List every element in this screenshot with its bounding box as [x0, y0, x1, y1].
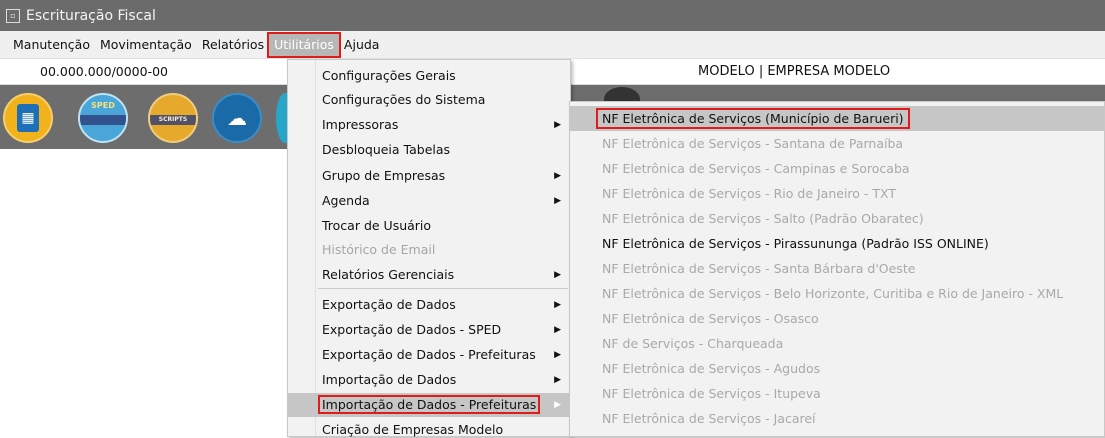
menu-item-label: Criação de Empresas Modelo — [322, 422, 504, 437]
submenu-item-label: NF Eletrônica de Serviços - Rio de Janei… — [602, 186, 897, 201]
menu-item-label: Agenda — [322, 193, 370, 208]
efd-icon[interactable]: SCRIPTS — [148, 93, 198, 143]
menu-item-label: Exportação de Dados - SPED — [322, 322, 502, 337]
submenu-item-nf-eletronica-de-servicos-santa-barbara-d-oeste: NF Eletrônica de Serviços - Santa Bárbar… — [570, 256, 1104, 281]
menu-item-label: Relatórios Gerenciais — [322, 267, 455, 282]
title-bar: ▫ Escrituração Fiscal — [0, 0, 1105, 31]
menu-item-label: Grupo de Empresas — [322, 168, 446, 183]
submenu-item-label: NF Eletrônica de Serviços - Santana de P… — [602, 136, 904, 151]
menu-bar: Manutenção Movimentação Relatórios Utili… — [0, 31, 1105, 59]
submenu-item-nf-eletronica-de-servicos-belo-horizonte-curitiba-e-rio-de-janeiro-xml: NF Eletrônica de Serviços - Belo Horizon… — [570, 281, 1104, 306]
building-icon[interactable]: ▦ — [3, 93, 53, 143]
menu-item-label: Importação de Dados — [322, 372, 457, 387]
submenu-item-label: NF Eletrônica de Serviços - Jacareí — [602, 411, 816, 426]
menu-item-label: Exportação de Dados - Prefeituras — [322, 347, 536, 362]
menu-movimentacao[interactable]: Movimentação — [95, 34, 197, 56]
menu-item-label: Configurações Gerais — [322, 68, 456, 83]
chevron-right-icon: ▶ — [554, 400, 561, 410]
submenu-item-nf-eletronica-de-servicos-campinas-e-sorocaba: NF Eletrônica de Serviços - Campinas e S… — [570, 156, 1104, 181]
menu-item-label: Configurações do Sistema — [322, 92, 486, 107]
menu-item-grupo-de-empresas[interactable]: Grupo de Empresas ▶ — [288, 164, 570, 188]
menu-utilitarios[interactable]: Utilitários — [267, 31, 341, 58]
menu-item-label: Desbloqueia Tabelas — [322, 142, 451, 157]
submenu-item-nf-eletronica-de-servicos-itupeva: NF Eletrônica de Serviços - Itupeva — [570, 381, 1104, 406]
window-title: Escrituração Fiscal — [26, 7, 156, 24]
menu-manutencao[interactable]: Manutenção — [8, 34, 95, 56]
menu-item-label: Impressoras — [322, 117, 399, 132]
menu-item-exportacao-de-dados-prefeituras[interactable]: Exportação de Dados - Prefeituras ▶ — [288, 343, 570, 367]
submenu-item-nf-eletronica-de-servicos-jacarei: NF Eletrônica de Serviços - Jacareí — [570, 406, 1104, 431]
menu-item-label: Trocar de Usuário — [322, 218, 432, 233]
menu-relatorios[interactable]: Relatórios — [197, 34, 269, 56]
menu-item-exportacao-de-dados-sped[interactable]: Exportação de Dados - SPED ▶ — [288, 318, 570, 342]
menu-item-impressoras[interactable]: Impressoras ▶ — [288, 113, 570, 137]
app-window-icon[interactable]: ▫ — [6, 8, 20, 23]
menu-separator — [318, 288, 568, 289]
submenu-item-label: NF Eletrônica de Serviços - Itupeva — [602, 386, 821, 401]
menu-item-desbloqueia-tabelas[interactable]: Desbloqueia Tabelas — [288, 138, 570, 162]
chevron-right-icon: ▶ — [554, 300, 561, 310]
sped-contribuicoes-icon[interactable]: SPED — [78, 93, 128, 143]
menu-item-importacao-de-dados-prefeituras[interactable]: Importação de Dados - Prefeituras ▶ — [288, 393, 570, 417]
chevron-right-icon: ▶ — [554, 350, 561, 360]
submenu-item-nf-eletronica-de-servicos-santana-de-parnaiba: NF Eletrônica de Serviços - Santana de P… — [570, 131, 1104, 156]
chevron-right-icon: ▶ — [554, 196, 561, 206]
empresa-label: MODELO | EMPRESA MODELO — [698, 64, 891, 79]
prefeituras-submenu: NF Eletrônica de Serviços (Município de … — [569, 101, 1105, 437]
menu-item-configuracoes-gerais[interactable]: Configurações Gerais — [288, 64, 570, 88]
menu-ajuda[interactable]: Ajuda — [339, 34, 385, 56]
menu-item-label: Histórico de Email — [322, 242, 436, 257]
submenu-item-nf-de-servicos-charqueada: NF de Serviços - Charqueada — [570, 331, 1104, 356]
submenu-item-label: NF Eletrônica de Serviços - Campinas e S… — [602, 161, 910, 176]
submenu-item-label: NF Eletrônica de Serviços - Santa Bárbar… — [602, 261, 916, 276]
chevron-right-icon: ▶ — [554, 375, 561, 385]
submenu-item-label: NF Eletrônica de Serviços - Pirassununga… — [602, 236, 989, 251]
submenu-item-label: NF Eletrônica de Serviços - Osasco — [602, 311, 819, 326]
submenu-item-label: NF de Serviços - Charqueada — [602, 336, 784, 351]
menu-item-criacao-de-empresas-modelo[interactable]: Criação de Empresas Modelo — [288, 418, 570, 438]
submenu-item-nf-eletronica-de-servicos-agudos: NF Eletrônica de Serviços - Agudos — [570, 356, 1104, 381]
chevron-right-icon: ▶ — [554, 120, 561, 130]
menu-item-relatorios-gerenciais[interactable]: Relatórios Gerenciais ▶ — [288, 263, 570, 287]
submenu-item-label: NF Eletrônica de Serviços - Belo Horizon… — [602, 286, 1064, 301]
menu-item-historico-de-email: Histórico de Email — [288, 238, 570, 262]
submenu-item-nf-eletronica-de-servicos-osasco: NF Eletrônica de Serviços - Osasco — [570, 306, 1104, 331]
submenu-item-nf-eletronica-de-servicos-pirassununga-padrao-iss-online[interactable]: NF Eletrônica de Serviços - Pirassununga… — [570, 231, 1104, 256]
menu-item-importacao-de-dados[interactable]: Importação de Dados ▶ — [288, 368, 570, 392]
chevron-right-icon: ▶ — [554, 171, 561, 181]
submenu-item-label: NF Eletrônica de Serviços - Salto (Padrã… — [602, 211, 924, 226]
menu-item-exportacao-de-dados[interactable]: Exportação de Dados ▶ — [288, 293, 570, 317]
submenu-item-nf-eletronica-de-servicos-salto-padrao-obaratec: NF Eletrônica de Serviços - Salto (Padrã… — [570, 206, 1104, 231]
menu-item-trocar-de-usuario[interactable]: Trocar de Usuário — [288, 214, 570, 238]
menu-item-configuracoes-do-sistema[interactable]: Configurações do Sistema — [288, 88, 570, 112]
submenu-item-nf-eletronica-de-servicos-rio-de-janeiro-txt: NF Eletrônica de Serviços - Rio de Janei… — [570, 181, 1104, 206]
submenu-item-label: NF Eletrônica de Serviços - Agudos — [602, 361, 821, 376]
chevron-right-icon: ▶ — [554, 270, 561, 280]
submenu-item-nf-eletronica-de-servicos-municipio-de-barueri[interactable]: NF Eletrônica de Serviços (Município de … — [570, 106, 1104, 131]
menu-item-label: Exportação de Dados — [322, 297, 456, 312]
chevron-right-icon: ▶ — [554, 325, 561, 335]
cnpj-label: 00.000.000/0000-00 — [40, 64, 169, 79]
cloud-download-icon[interactable]: ☁ — [212, 93, 262, 143]
submenu-item-label: NF Eletrônica de Serviços (Município de … — [596, 108, 910, 129]
utilitarios-menu: Configurações Gerais Configurações do Sis… — [287, 59, 571, 437]
menu-item-label: Importação de Dados - Prefeituras — [318, 395, 541, 414]
menu-item-agenda[interactable]: Agenda ▶ — [288, 189, 570, 213]
